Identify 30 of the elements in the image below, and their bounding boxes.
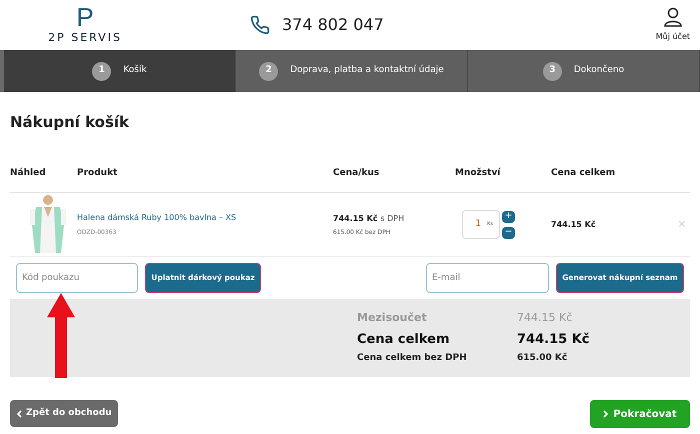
back-button[interactable]: Zpět do obchodu xyxy=(10,400,118,427)
row-total: 744.15 Kč xyxy=(551,218,596,230)
increase-button[interactable]: + xyxy=(502,210,515,222)
column-header: Cena celkem xyxy=(551,166,616,180)
column-header: Množství xyxy=(455,166,502,180)
summary-label: Mezisoučet xyxy=(357,310,428,326)
decrease-button[interactable]: − xyxy=(502,226,515,238)
page-title: Nákupní košík xyxy=(10,112,130,133)
summary-value: 744.15 Kč xyxy=(517,310,572,326)
step-tab[interactable]: 1 Košík xyxy=(4,50,236,92)
logo-mark: P xyxy=(76,4,94,30)
logo-text: 2P SERVIS xyxy=(48,30,122,46)
column-header: Náhled xyxy=(10,166,47,180)
summary-value: 744.15 Kč xyxy=(517,330,590,349)
column-header: Cena/kus xyxy=(333,166,380,180)
chevron-right-icon xyxy=(603,410,610,418)
product-link[interactable]: Halena dámská Ruby 100% bavlna – XS xyxy=(77,212,236,224)
summary-value: 615.00 Kč xyxy=(517,352,568,366)
continue-button[interactable]: Pokračovat xyxy=(590,400,690,428)
email-field[interactable]: E-mail xyxy=(426,263,549,293)
voucher-field[interactable]: Kód poukazu xyxy=(16,263,138,293)
column-header: Produkt xyxy=(77,166,118,180)
user-icon[interactable] xyxy=(664,7,682,27)
summary-label: Cena celkem bez DPH xyxy=(357,352,468,366)
chevron-left-icon xyxy=(16,410,22,418)
unit-price: 744.15 Kč s DPH xyxy=(333,212,404,224)
phone-icon xyxy=(250,15,270,35)
account-link[interactable]: Můj účet xyxy=(656,31,690,43)
phone-number[interactable]: 374 802 047 xyxy=(282,13,384,37)
summary-label: Cena celkem xyxy=(357,330,451,349)
